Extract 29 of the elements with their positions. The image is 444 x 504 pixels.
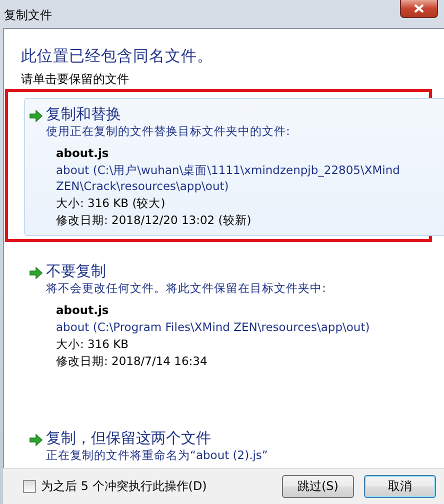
modified-date: 修改日期: 2018/7/14 16:34	[56, 353, 208, 369]
option-title: 不要复制	[46, 262, 107, 281]
copy-option[interactable]: 不要复制 将不会更改任何文件。将此文件保留在目标文件夹中: about.js about (C:\Program Files\XMind ZEN\resources\app\out) 大小: 316 KB 修改日期: 2018/7/14 16:34	[24, 255, 444, 377]
file-size: 大小: 316 KB (较大)	[56, 195, 166, 211]
file-location: about (C:\Program Files\XMind ZEN\resources\app\out)	[56, 319, 371, 335]
option-description: 使用正在复制的文件替换目标文件夹中的文件:	[46, 124, 291, 139]
skip-button[interactable]: 跳过(S)	[282, 475, 354, 498]
checkbox-label: 为之后 5 个冲突执行此操作(D)	[41, 478, 207, 495]
copy-option[interactable]: 复制和替换 使用正在复制的文件替换目标文件夹中的文件: about.js about (C:\用户\wuhan\桌面\1111\xmindzenpjb_22805\XMind ZEN\Crack\resources\app\out) 大小: 316 KB (较大) 修改日期: 2018/12/20 13:02 (较新)	[24, 98, 444, 236]
cancel-button[interactable]: 取消	[364, 475, 436, 498]
arrow-icon	[29, 433, 43, 447]
instruction-text: 请单击要保留的文件	[21, 71, 130, 88]
file-name: about.js	[56, 145, 110, 161]
arrow-icon	[29, 266, 43, 280]
option-title: 复制和替换	[46, 105, 122, 124]
file-location: about (C:\用户\wuhan\桌面\1111\xmindzenpjb_22805\XMind ZEN\Crack\resources\app\out)	[56, 162, 401, 194]
modified-date: 修改日期: 2018/12/20 13:02 (较新)	[56, 212, 252, 228]
close-button[interactable]	[400, 0, 438, 18]
option-title: 复制，但保留这两个文件	[46, 429, 212, 448]
checkbox[interactable]	[23, 480, 36, 493]
file-name: about.js	[56, 302, 110, 318]
option-description: 将不会更改任何文件。将此文件保留在目标文件夹中:	[46, 281, 327, 296]
option-description: 正在复制的文件将重命名为“about (2).js”	[46, 448, 268, 463]
arrow-icon	[29, 109, 43, 123]
copy-option[interactable]: 复制，但保留这两个文件 正在复制的文件将重命名为“about (2).js”	[24, 422, 444, 468]
dialog-heading: 此位置已经包含同名文件。	[21, 46, 214, 67]
file-size: 大小: 316 KB	[56, 336, 130, 352]
close-icon	[414, 4, 424, 13]
window-title: 复制文件	[4, 7, 52, 24]
